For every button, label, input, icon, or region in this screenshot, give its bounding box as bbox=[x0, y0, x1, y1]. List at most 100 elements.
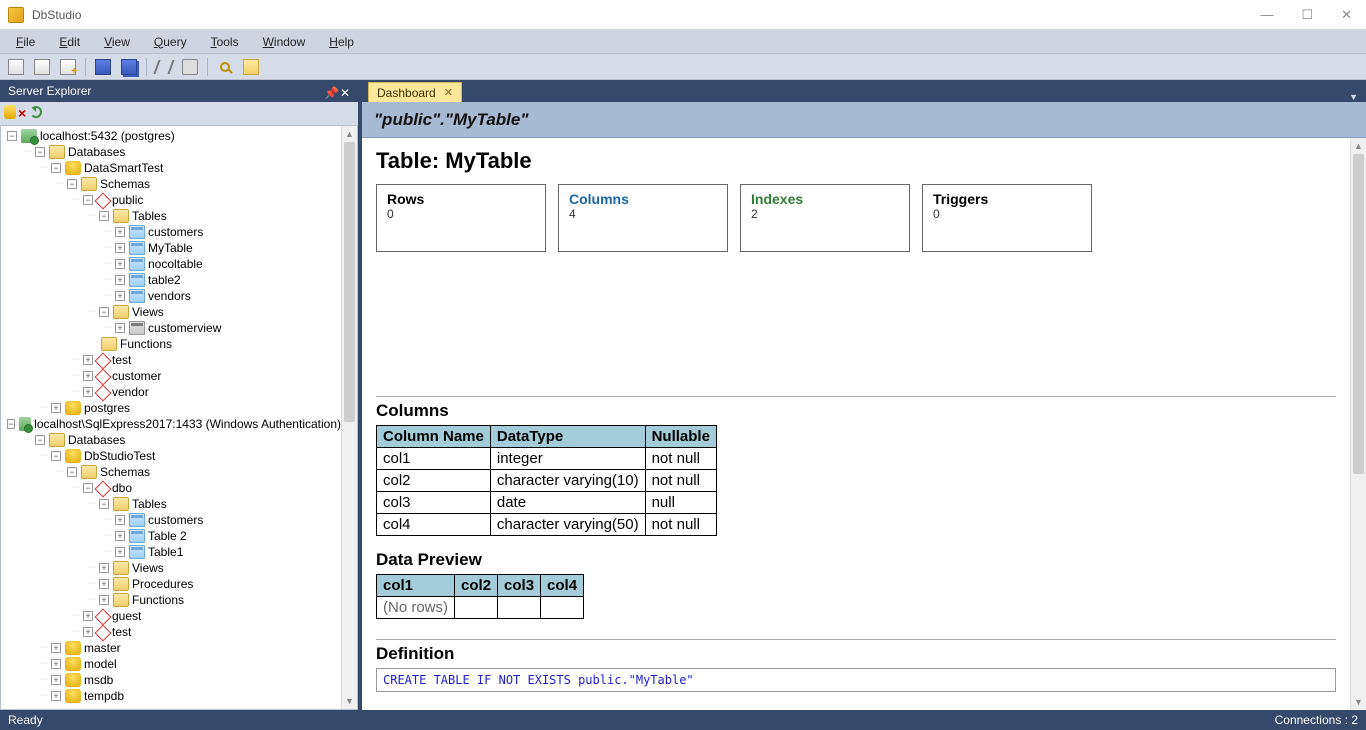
tab-dashboard[interactable]: Dashboard ✕ bbox=[368, 82, 462, 102]
tree-node[interactable]: ···−public bbox=[1, 192, 341, 208]
tree-node[interactable]: ···+customerview bbox=[1, 320, 341, 336]
toolbar-find-button[interactable] bbox=[213, 56, 237, 78]
tree-node[interactable]: −localhost:5432 (postgres) bbox=[1, 128, 341, 144]
tree-toggle-icon[interactable]: − bbox=[67, 467, 77, 477]
maximize-button[interactable]: ☐ bbox=[1301, 7, 1313, 23]
card-columns[interactable]: Columns 4 bbox=[558, 184, 728, 252]
tree-node[interactable]: ···+Functions bbox=[1, 592, 341, 608]
tree-toggle-icon[interactable]: + bbox=[51, 643, 61, 653]
tree-node[interactable]: ···−Schemas bbox=[1, 176, 341, 192]
toolbar-new-query-button[interactable] bbox=[56, 56, 80, 78]
minimize-button[interactable]: — bbox=[1260, 7, 1273, 23]
tree-node[interactable]: ···+test bbox=[1, 352, 341, 368]
tree-toggle-icon[interactable]: + bbox=[83, 387, 93, 397]
tree-node[interactable]: ···+customers bbox=[1, 224, 341, 240]
tree-toggle-icon[interactable]: − bbox=[99, 499, 109, 509]
toolbar-cut-button[interactable] bbox=[152, 56, 176, 78]
tree-toggle-icon[interactable]: + bbox=[115, 323, 125, 333]
tree-node[interactable]: ···−DbStudioTest bbox=[1, 448, 341, 464]
menu-edit[interactable]: Edit bbox=[49, 32, 90, 52]
tree-node[interactable]: ···−Databases bbox=[1, 144, 341, 160]
tree-scrollbar[interactable]: ▲ ▼ bbox=[341, 126, 357, 709]
tree-node[interactable]: ···+nocoltable bbox=[1, 256, 341, 272]
tree-node[interactable]: ···+vendors bbox=[1, 288, 341, 304]
tree-node[interactable]: ···+MyTable bbox=[1, 240, 341, 256]
menu-window[interactable]: Window bbox=[253, 32, 316, 52]
toolbar-new-button[interactable] bbox=[4, 56, 28, 78]
tree-toggle-icon[interactable]: − bbox=[51, 163, 61, 173]
tree-toggle-icon[interactable]: − bbox=[7, 131, 17, 141]
scroll-thumb[interactable] bbox=[1353, 154, 1364, 474]
tree-node[interactable]: ···−DataSmartTest bbox=[1, 160, 341, 176]
panel-close-icon[interactable]: ✕ bbox=[340, 86, 350, 96]
tree-node[interactable]: ···−Views bbox=[1, 304, 341, 320]
menu-help[interactable]: Help bbox=[319, 32, 364, 52]
tree-toggle-icon[interactable]: + bbox=[83, 371, 93, 381]
tree-node[interactable]: ···+msdb bbox=[1, 672, 341, 688]
tree-node[interactable]: ···−dbo bbox=[1, 480, 341, 496]
menu-file[interactable]: File bbox=[6, 32, 45, 52]
scroll-thumb[interactable] bbox=[344, 142, 355, 422]
tree-toggle-icon[interactable]: + bbox=[51, 675, 61, 685]
tree-node[interactable]: ···+test bbox=[1, 624, 341, 640]
toolbar-saveall-button[interactable] bbox=[117, 56, 141, 78]
tree-node[interactable]: ···+table2 bbox=[1, 272, 341, 288]
tree-node[interactable]: ···+customers bbox=[1, 512, 341, 528]
tree-node[interactable]: ···+guest bbox=[1, 608, 341, 624]
tree-node[interactable]: −localhost\SqlExpress2017:1433 (Windows … bbox=[1, 416, 341, 432]
tree-node[interactable]: Functions bbox=[1, 336, 341, 352]
card-indexes[interactable]: Indexes 2 bbox=[740, 184, 910, 252]
tree-toggle-icon[interactable]: + bbox=[115, 259, 125, 269]
tree-toggle-icon[interactable]: + bbox=[115, 531, 125, 541]
refresh-button[interactable] bbox=[30, 106, 42, 121]
disconnect-button[interactable]: × bbox=[18, 106, 26, 121]
tree-toggle-icon[interactable]: − bbox=[35, 147, 45, 157]
toolbar-new2-button[interactable] bbox=[30, 56, 54, 78]
tree-node[interactable]: ···+Table1 bbox=[1, 544, 341, 560]
tree-node[interactable]: ···−Schemas bbox=[1, 464, 341, 480]
tree-node[interactable]: ···+customer bbox=[1, 368, 341, 384]
tree-node[interactable]: ···−Tables bbox=[1, 208, 341, 224]
tree-toggle-icon[interactable]: + bbox=[115, 515, 125, 525]
tree-node[interactable]: ···+vendor bbox=[1, 384, 341, 400]
toolbar-print-button[interactable] bbox=[178, 56, 202, 78]
tree-toggle-icon[interactable]: + bbox=[99, 595, 109, 605]
tree-node[interactable]: ···+Views bbox=[1, 560, 341, 576]
tab-overflow-button[interactable]: ▼ bbox=[1341, 92, 1366, 102]
tree-toggle-icon[interactable]: + bbox=[115, 227, 125, 237]
scroll-down-icon[interactable]: ▼ bbox=[1351, 694, 1366, 710]
tab-close-icon[interactable]: ✕ bbox=[444, 86, 453, 99]
toolbar-save-button[interactable] bbox=[91, 56, 115, 78]
tree-node[interactable]: ···−Databases bbox=[1, 432, 341, 448]
tree-node[interactable]: ···+master bbox=[1, 640, 341, 656]
tree-toggle-icon[interactable]: + bbox=[83, 355, 93, 365]
tree-toggle-icon[interactable]: − bbox=[7, 419, 15, 429]
menu-tools[interactable]: Tools bbox=[201, 32, 249, 52]
close-button[interactable]: ✕ bbox=[1341, 7, 1352, 23]
tree-toggle-icon[interactable]: − bbox=[99, 211, 109, 221]
doc-scrollbar[interactable]: ▲ ▼ bbox=[1350, 138, 1366, 710]
menu-query[interactable]: Query bbox=[144, 32, 197, 52]
tree-toggle-icon[interactable]: + bbox=[51, 403, 61, 413]
tree-toggle-icon[interactable]: − bbox=[83, 483, 93, 493]
pin-icon[interactable]: 📌 bbox=[324, 86, 334, 96]
tree-toggle-icon[interactable]: + bbox=[51, 691, 61, 701]
toolbar-script-button[interactable] bbox=[239, 56, 263, 78]
scroll-up-icon[interactable]: ▲ bbox=[342, 126, 357, 142]
tree-node[interactable]: ···+postgres bbox=[1, 400, 341, 416]
tree-toggle-icon[interactable]: + bbox=[115, 291, 125, 301]
tree-toggle-icon[interactable]: + bbox=[115, 275, 125, 285]
tree-toggle-icon[interactable]: + bbox=[83, 611, 93, 621]
tree-toggle-icon[interactable]: − bbox=[83, 195, 93, 205]
tree-toggle-icon[interactable]: + bbox=[115, 547, 125, 557]
connect-button[interactable] bbox=[4, 105, 16, 122]
scroll-down-icon[interactable]: ▼ bbox=[342, 693, 357, 709]
tree-toggle-icon[interactable]: + bbox=[115, 243, 125, 253]
tree-toggle-icon[interactable]: − bbox=[99, 307, 109, 317]
tree-toggle-icon[interactable]: − bbox=[51, 451, 61, 461]
tree-toggle-icon[interactable]: − bbox=[35, 435, 45, 445]
tree-toggle-icon[interactable]: + bbox=[99, 579, 109, 589]
tree-toggle-icon[interactable]: − bbox=[67, 179, 77, 189]
tree-node[interactable]: ···+model bbox=[1, 656, 341, 672]
menu-view[interactable]: View bbox=[94, 32, 140, 52]
